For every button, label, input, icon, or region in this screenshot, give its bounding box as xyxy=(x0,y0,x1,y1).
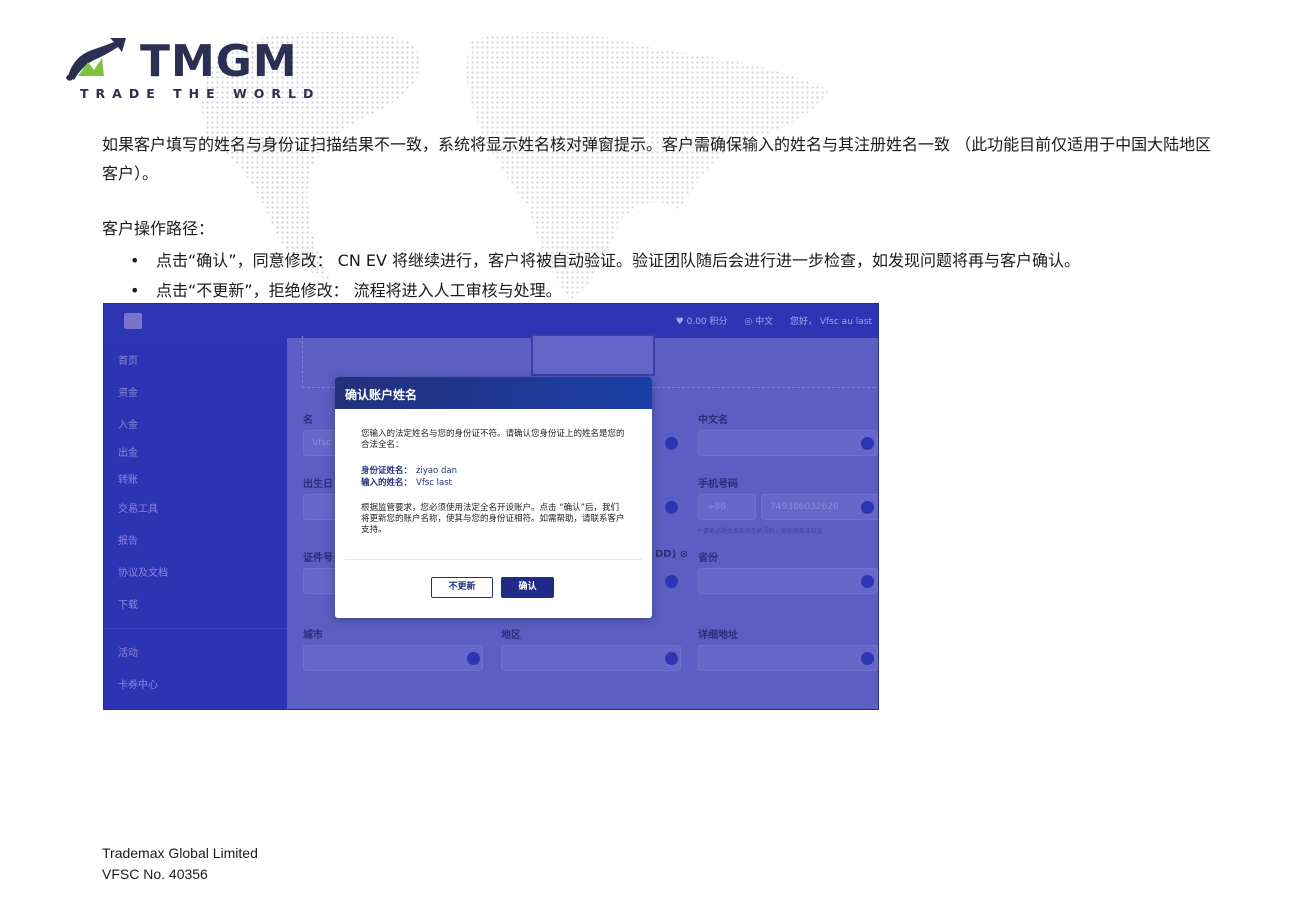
app-sidebar: 首页 资金 入金 出金 转账 交易工具 报告 协议及文档 下载 活动 卡券中心 xyxy=(104,338,287,709)
dialog-notice: 根据监管要求，您必须使用法定全名开设账户。点击 “确认”后，我们将更新您的账户名… xyxy=(361,503,625,535)
sidebar-item-transfer[interactable]: 转账 xyxy=(118,471,138,486)
sidebar-item-deposit[interactable]: 入金 xyxy=(118,416,138,431)
phone-label: 手机号码 xyxy=(698,479,738,490)
embedded-screenshot: ♥ 0.00 积分 ◎ 中文 您好， Vfsc au last 首页 资金 入金… xyxy=(103,303,879,710)
dialog-intro: 您输入的法定姓名与您的身份证不符。请确认您身份证上的姓名是您的合法全名： xyxy=(361,429,625,450)
check-icon xyxy=(861,501,874,514)
sidebar-item-coupons[interactable]: 卡券中心 xyxy=(118,676,158,691)
dialog-title: 确认账户姓名 xyxy=(335,377,652,409)
phone-code-select[interactable]: +86 xyxy=(698,494,756,520)
check-icon xyxy=(861,652,874,665)
user-greeting[interactable]: 您好， Vfsc au last xyxy=(790,317,872,327)
language-switch[interactable]: ◎ 中文 xyxy=(744,317,773,327)
page-footer: Trademax Global Limited VFSC No. 40356 xyxy=(102,843,258,885)
province-label: 省份 xyxy=(698,553,718,564)
license-number: VFSC No. 40356 xyxy=(102,866,208,882)
list-item: 点击“确认”，同意修改： CN EV 将继续进行，客户将被自动验证。验证团队随后… xyxy=(130,246,1080,276)
input-name-value: Vfsc last xyxy=(416,478,452,488)
province-select[interactable] xyxy=(698,568,878,594)
sidebar-divider xyxy=(104,628,287,629)
no-update-button[interactable]: 不更新 xyxy=(431,577,493,598)
sidebar-item-activities[interactable]: 活动 xyxy=(118,644,138,659)
address-label: 详细地址 xyxy=(698,630,738,641)
city-label: 城市 xyxy=(303,630,323,641)
chinese-name-input[interactable] xyxy=(698,430,878,456)
dob-label: DD) ⊙ xyxy=(655,549,689,560)
intro-paragraph: 如果客户填写的姓名与身份证扫描结果不一致，系统将显示姓名核对弹窗提示。客户需确保… xyxy=(102,135,1212,183)
confirm-button[interactable]: 确认 xyxy=(501,577,554,598)
dialog-divider xyxy=(345,559,642,560)
check-icon xyxy=(665,501,678,514)
sidebar-item-trading-tools[interactable]: 交易工具 xyxy=(118,500,158,515)
path-title: 客户操作路径： xyxy=(102,219,215,238)
tmgm-logo: TMGM TRADE THE WORLD xyxy=(64,34,314,104)
points-label: ♥ 0.00 积分 xyxy=(675,317,728,327)
confirm-name-dialog: 确认账户姓名 您输入的法定姓名与您的身份证不符。请确认您身份证上的姓名是您的合法… xyxy=(335,377,652,618)
sidebar-item-withdraw[interactable]: 出金 xyxy=(118,444,138,459)
district-label: 地区 xyxy=(501,630,521,641)
name-label: 名 xyxy=(303,415,313,426)
check-icon xyxy=(665,575,678,588)
brand-name: TMGM xyxy=(140,36,298,87)
sidebar-item-reports[interactable]: 报告 xyxy=(118,532,138,547)
id-thumbnail xyxy=(531,334,655,376)
id-name-label: 身份证姓名： xyxy=(361,466,413,476)
check-icon xyxy=(861,437,874,450)
app-topbar: ♥ 0.00 积分 ◎ 中文 您好， Vfsc au last xyxy=(104,304,878,338)
phone-note: * 请务必提供真实的手机号码，否则将无法验证 xyxy=(698,528,823,535)
check-icon xyxy=(861,575,874,588)
check-icon xyxy=(665,437,678,450)
check-icon xyxy=(467,652,480,665)
city-select[interactable] xyxy=(303,645,483,671)
steps-list: 点击“确认”，同意修改： CN EV 将继续进行，客户将被自动验证。验证团队随后… xyxy=(130,246,1080,306)
sidebar-item-downloads[interactable]: 下载 xyxy=(118,596,138,611)
sidebar-item-home[interactable]: 首页 xyxy=(118,352,138,367)
sidebar-item-agreements[interactable]: 协议及文档 xyxy=(118,564,168,579)
list-item: 点击“不更新”，拒绝修改： 流程将进入人工审核与处理。 xyxy=(130,276,1080,306)
app-logo-icon xyxy=(124,313,142,329)
brand-tagline: TRADE THE WORLD xyxy=(80,86,321,101)
tmgm-logo-mark-icon xyxy=(66,38,126,81)
birth-label: 出生日 xyxy=(303,479,333,490)
id-name-value: ziyao dan xyxy=(416,466,457,476)
company-name: Trademax Global Limited xyxy=(102,845,258,861)
address-input[interactable] xyxy=(698,645,878,671)
sidebar-item-funds[interactable]: 资金 xyxy=(118,384,138,399)
district-select[interactable] xyxy=(501,645,681,671)
check-icon xyxy=(665,652,678,665)
id-number-label: 证件号 xyxy=(303,553,333,564)
input-name-label: 输入的姓名： xyxy=(361,478,413,488)
chinese-name-label: 中文名 xyxy=(698,415,728,426)
